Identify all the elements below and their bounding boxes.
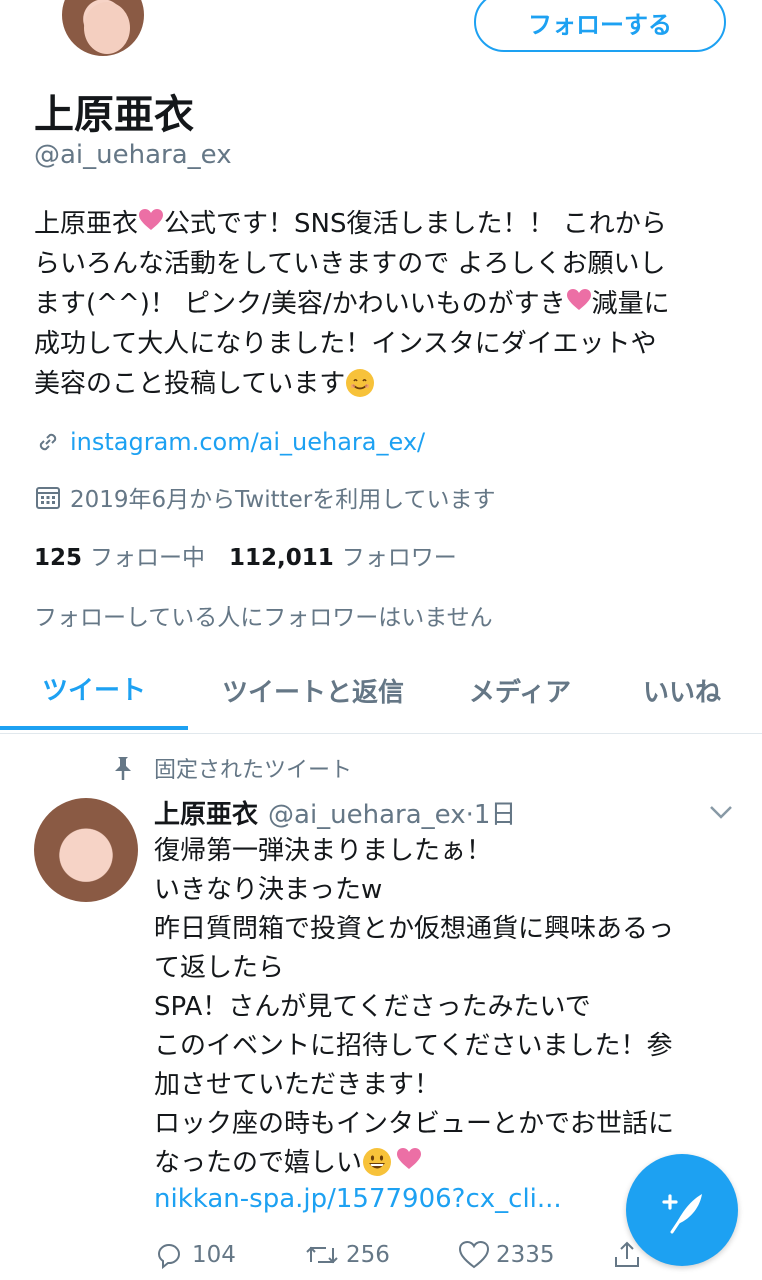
smile-emoji-icon [346, 369, 375, 397]
reply-action[interactable]: 104 [154, 1240, 236, 1270]
pink-heart-icon [566, 289, 591, 310]
tweet-link[interactable]: nikkan-spa.jp/1577906?cx_cli... [154, 1184, 562, 1214]
follow-button[interactable]: フォローする [474, 0, 726, 52]
tweet-time[interactable]: ·1日 [466, 794, 517, 831]
bio-line-6: 成功して大人になりました！インスタにダイエットや [34, 329, 657, 359]
compose-tweet-button[interactable] [626, 1154, 738, 1266]
profile-bio: 上原亜衣 公式です！SNS復活しました！！ これから らいろんな活動をしていきます… [34, 204, 734, 404]
tweet-line: ロック座の時もインタビューとかでお世話に [154, 1109, 675, 1139]
pink-heart-icon [139, 209, 164, 230]
tweet-line: 昨日質問箱で投資とか仮想通貨に興味あるっ [154, 914, 675, 944]
retweet-icon [306, 1246, 338, 1264]
tab-media[interactable]: メディア [438, 650, 602, 730]
profile-avatar[interactable] [58, 0, 148, 60]
profile-tabs: ツイート ツイートと返信 メディア いいね [0, 650, 762, 734]
calendar-icon [36, 487, 60, 509]
bio-line-5: 減量に [591, 289, 670, 319]
bio-line-7: 美容のこと投稿しています [34, 369, 346, 399]
followers-count[interactable]: 112,011 [229, 545, 334, 571]
profile-joined: 2019年6月からTwitterを利用しています [34, 480, 496, 514]
tweet-header: 上原亜衣 @ai_uehara_ex ·1日 [154, 794, 516, 831]
tweet-text: 復帰第一弾決まりましたぁ！ いきなり決まったw 昨日質問箱で投資とか仮想通貨に興… [154, 832, 734, 1183]
joined-date: 2019年6月からTwitterを利用しています [70, 487, 496, 513]
reply-count: 104 [192, 1242, 236, 1268]
bio-line-2: 公式です！SNS復活しました！！ これから [164, 209, 667, 239]
tweet-author-name[interactable]: 上原亜衣 [154, 794, 258, 831]
tweet-line: て返したら [154, 953, 285, 983]
like-icon [458, 1240, 490, 1269]
followers-label[interactable]: フォロワー [342, 538, 457, 572]
reply-icon [157, 1244, 180, 1270]
link-icon [39, 433, 57, 451]
pink-heart-icon [397, 1148, 422, 1169]
tweet-line: このイベントに招待してくださいました！参 [154, 1031, 673, 1061]
tweet-line: 加させていただきます！ [154, 1070, 441, 1100]
tweet-line-text: なったので嬉しい [154, 1148, 363, 1178]
compose-icon [662, 1194, 702, 1234]
pin-icon [115, 757, 131, 780]
pinned-label: 固定されたツイート [154, 758, 353, 783]
tab-tweets[interactable]: ツイート [0, 650, 188, 730]
profile-display-name: 上原亜衣 [34, 92, 194, 138]
tab-likes[interactable]: いいね [602, 650, 762, 730]
like-count: 2335 [496, 1242, 555, 1268]
bio-line-3: らいろんな活動をしていきますので よろしくお願いし [34, 249, 666, 279]
tweet-line: 復帰第一弾決まりましたぁ！ [154, 836, 493, 866]
following-count[interactable]: 125 [34, 545, 82, 571]
retweet-action[interactable]: 256 [304, 1240, 390, 1270]
retweet-count: 256 [346, 1242, 390, 1268]
website-link[interactable]: instagram.com/ai_uehara_ex/ [70, 428, 425, 456]
tab-tweets-and-replies[interactable]: ツイートと返信 [188, 650, 438, 730]
tweet-line: SPA！さんが見てくださったみたいで [154, 992, 591, 1022]
tweet-line: いきなり決まったw [154, 875, 383, 905]
pinned-indicator: 固定されたツイート [110, 752, 352, 784]
following-label[interactable]: フォロー中 [90, 538, 205, 572]
tweet-actions: 104 256 2335 [154, 1240, 714, 1280]
profile-website[interactable]: instagram.com/ai_uehara_ex/ [34, 428, 425, 456]
like-action[interactable]: 2335 [458, 1240, 555, 1270]
follow-counts: 125 フォロー中 112,011 フォロワー [34, 538, 481, 572]
followers-you-know: フォローしている人にフォロワーはいません [34, 605, 493, 631]
profile-handle: @ai_uehara_ex [34, 140, 232, 170]
bio-line-4: ます(^^)！ ピンク/美容/かわいいものがすき [34, 289, 566, 319]
bio-line-1: 上原亜衣 [34, 209, 139, 239]
grin-emoji-icon [363, 1148, 392, 1176]
tweet-author-handle[interactable]: @ai_uehara_ex [268, 800, 466, 830]
tweet-author-avatar[interactable] [34, 798, 138, 902]
chevron-down-icon[interactable] [708, 802, 734, 822]
